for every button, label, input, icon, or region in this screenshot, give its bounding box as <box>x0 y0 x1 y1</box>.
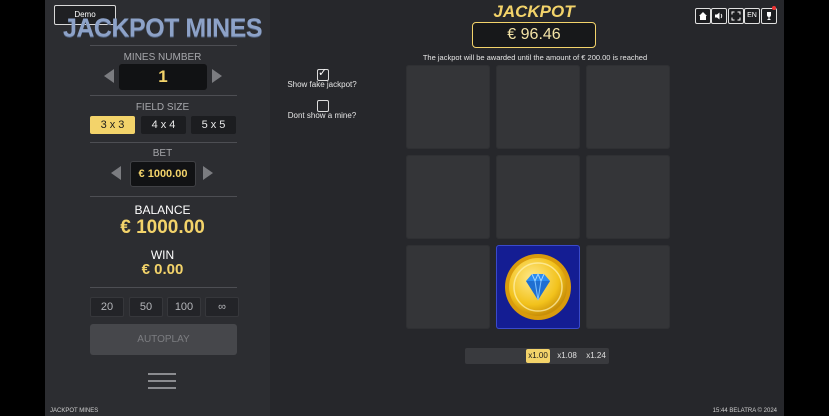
bet-decrease-icon[interactable] <box>111 166 121 180</box>
bet-value: € 1000.00 <box>130 161 196 187</box>
home-icon[interactable] <box>695 8 711 24</box>
field-size-3x3-button[interactable]: 3 x 3 <box>90 116 135 134</box>
bet-increase-icon[interactable] <box>203 166 213 180</box>
menu-icon[interactable] <box>148 373 176 390</box>
mines-label: MINES NUMBER <box>123 52 202 63</box>
show-fake-jackpot-label: Show fake jackpot? <box>287 80 357 89</box>
bet-label: BET <box>152 148 173 159</box>
field-size-4x4-button[interactable]: 4 x 4 <box>141 116 186 134</box>
footer-game-name: JACKPOT MINES <box>50 408 99 414</box>
quick-bet-100-button[interactable]: 100 <box>167 297 201 317</box>
notification-dot <box>772 6 776 10</box>
tile-hidden[interactable] <box>586 155 670 239</box>
tile-hidden[interactable] <box>586 65 670 149</box>
sound-icon[interactable] <box>711 8 727 24</box>
mines-increase-icon[interactable] <box>212 69 222 83</box>
win-value: € 0.00 <box>141 261 184 278</box>
multiplier-1: x1.00 <box>526 349 550 363</box>
win-label: WIN <box>150 248 175 262</box>
divider <box>90 287 237 288</box>
jackpot-note: The jackpot will be awarded until the am… <box>422 53 648 62</box>
divider <box>90 196 237 197</box>
mines-decrease-icon[interactable] <box>104 69 114 83</box>
fullscreen-icon[interactable] <box>728 8 744 24</box>
balance-value: € 1000.00 <box>120 217 205 238</box>
divider <box>90 95 237 96</box>
field-size-5x5-button[interactable]: 5 x 5 <box>191 116 236 134</box>
divider <box>90 142 237 143</box>
jackpot-title: JACKPOT <box>493 2 575 21</box>
jackpot-value: € 96.46 <box>472 22 596 48</box>
trophy-icon[interactable] <box>761 8 777 24</box>
tile-hidden[interactable] <box>586 245 670 329</box>
gem-coin-icon <box>505 254 571 320</box>
tile-revealed-gem <box>496 245 580 329</box>
game-logo: JACKPOT MINES <box>62 13 263 43</box>
tile-hidden[interactable] <box>496 65 580 149</box>
balance-label: BALANCE <box>134 203 191 217</box>
multiplier-2: x1.08 <box>557 351 577 360</box>
mines-value: 1 <box>119 64 207 90</box>
tile-hidden[interactable] <box>406 245 490 329</box>
field-size-label: FIELD SIZE <box>135 102 190 113</box>
dont-show-mine-label: Dont show a mine? <box>287 111 357 120</box>
tile-hidden[interactable] <box>406 155 490 239</box>
autoplay-button[interactable]: AUTOPLAY <box>90 324 237 355</box>
tile-hidden[interactable] <box>406 65 490 149</box>
tile-hidden[interactable] <box>496 155 580 239</box>
quick-bet-20-button[interactable]: 20 <box>90 297 124 317</box>
quick-bet-infinite-button[interactable]: ∞ <box>205 297 239 317</box>
divider <box>90 45 237 46</box>
multiplier-3: x1.24 <box>586 351 606 360</box>
footer-time-copyright: 15:44 BELATRA © 2024 <box>712 408 777 414</box>
language-button[interactable]: EN <box>744 8 760 24</box>
quick-bet-50-button[interactable]: 50 <box>129 297 163 317</box>
